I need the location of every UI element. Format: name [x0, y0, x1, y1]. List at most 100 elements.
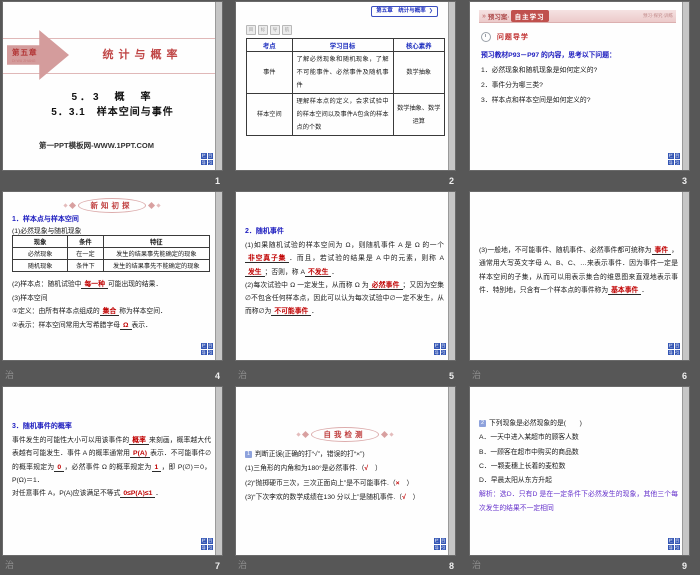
header-section-box: 自主学习 — [511, 10, 549, 22]
stamp-ornament — [296, 432, 300, 436]
quiz-stem: 1判断正误(正确的打“√”，错误的打“×”) — [245, 448, 444, 462]
index-icon-char: 栏 — [668, 153, 674, 159]
thumbnail-scroll-strip — [215, 387, 222, 555]
text-run: ） — [400, 480, 414, 487]
slide-cell-8: 自我检测 1判断正误(正确的打“√”，错误的打“×”) (1)三角形的内角和为1… — [233, 385, 467, 575]
slide-thumbnail-2[interactable]: 第五章 统计与概率 ❯ 目 标 导 航 考点 学习目标 核心素养 — [236, 2, 455, 170]
page-number: 7 — [215, 561, 220, 571]
fill-blank: 每一种 — [81, 281, 107, 289]
slide-thumbnail-5[interactable]: 2．随机事件 (1)如果随机试验的样本空间为 Ω，则随机事件 A 是 Ω 的一个… — [236, 192, 455, 360]
index-icon-char: 栏 — [668, 343, 674, 349]
stamp-ornament — [68, 202, 75, 209]
choice-option: D．早晨太阳从东方升起 — [479, 474, 678, 488]
slide-thumbnail-6[interactable]: (3)一般地，不可能事件、随机事件、必然事件都可统称为事件，通常用大写英文字母 … — [470, 192, 689, 360]
fill-blank: 1 — [152, 464, 162, 472]
fill-blank: 0≤P(A)≤1 — [120, 490, 155, 498]
index-icon-char: 目 — [208, 343, 214, 349]
slide-cell-3: » 预习案· 自主学习 预习·探究·训练 问题导学 预习教材P93－P97 的内… — [467, 0, 700, 190]
slide-cell-9: 2下列现象是必然现象的是( ) A．一天中进入某超市的顾客人数 B．一顾客在超市… — [467, 385, 700, 575]
index-icon-char: 目 — [675, 538, 681, 544]
section-index-icon[interactable]: 栏目导引 — [201, 153, 213, 165]
col-header-kaodian: 考点 — [247, 39, 293, 52]
fill-blank: 概率 — [129, 437, 149, 445]
watermark-text: 治 — [238, 368, 247, 381]
table-row: 样本空间 理解样本点的定义，会求试验中的样本空间以及事件A包含的样本点的个数 数… — [247, 94, 445, 136]
index-icon-char: 导 — [434, 350, 440, 356]
question-item: 2．事件分为哪三类? — [481, 79, 543, 89]
stamp-ornament — [389, 432, 393, 436]
phenomena-table: 现象 条件 特征 必然现象 在一定 发生的结果事先能确定的现象 随机现象 条件下… — [12, 235, 210, 272]
definition-paragraph: (3)一般地，不可能事件、随机事件、必然事件都可统称为事件，通常用大写英文字母 … — [479, 244, 678, 297]
preview-intro: 预习教材P93－P97 的内容，思考以下问题： — [481, 49, 616, 59]
definition-line: ①定义：由所有样本点组成的集合称为样本空间． — [12, 305, 167, 315]
slide-cell-5: 2．随机事件 (1)如果随机试验的样本空间为 Ω，则随机事件 A 是 Ω 的一个… — [233, 190, 467, 385]
text-run: ． — [155, 490, 162, 497]
choice-option: C．一颗麦穗上长着的麦粒数 — [479, 460, 678, 474]
index-icon-char: 导 — [201, 350, 207, 356]
chapter-tab[interactable]: 第五章 统计与概率 ❯ — [371, 6, 438, 17]
question-number-chip: 2 — [479, 420, 486, 427]
cell-feature: 发生的结果事先不能确定的现象 — [103, 260, 209, 272]
index-icon-char: 导 — [668, 160, 674, 166]
text-run: (3)一般地，不可能事件、随机事件、必然事件都可统称为 — [479, 247, 652, 254]
text-run: ②表示：样本空间常用大写希腊字母 — [12, 322, 120, 329]
text-run: ． — [311, 308, 318, 315]
text-run: (2)每次试验中 Ω 一定发生，从而称 Ω 为 — [245, 282, 369, 289]
index-icon-char: 导 — [201, 545, 207, 551]
section-heading-label: 问题导学 — [497, 34, 529, 41]
watermark-text: 治 — [472, 368, 481, 381]
question-number-chip: 1 — [245, 451, 252, 458]
thumbnail-scroll-strip — [682, 2, 689, 170]
stamp-ornament — [147, 202, 154, 209]
cell-suyang: 数学抽象 — [393, 52, 444, 94]
cell-suyang: 数学抽象、数学运算 — [393, 94, 444, 136]
section-index-icon[interactable]: 栏目导引 — [668, 153, 680, 165]
thumbnail-scroll-strip — [215, 192, 222, 360]
section-index-icon[interactable]: 栏目导引 — [434, 538, 446, 550]
cell-condition: 条件下 — [68, 260, 103, 272]
stamp-ornament — [301, 431, 308, 438]
col-header-tezheng: 特征 — [103, 236, 209, 248]
page-number: 3 — [682, 176, 687, 186]
slide-thumbnail-3[interactable]: » 预习案· 自主学习 预习·探究·训练 问题导学 预习教材P93－P97 的内… — [470, 2, 689, 170]
watermark-text: 治 — [238, 558, 247, 571]
badge-char: 目 — [246, 25, 256, 35]
section-index-icon[interactable]: 栏目导引 — [668, 538, 680, 550]
table-row: 事件 了解必然现象和随机现象，了解不可能事件、必然事件及随机事件 数学抽象 — [247, 52, 445, 94]
slide-cell-6: (3)一般地，不可能事件、随机事件、必然事件都可统称为事件，通常用大写英文字母 … — [467, 190, 700, 385]
table-header-row: 考点 学习目标 核心素养 — [247, 39, 445, 52]
knowledge-heading: 3．随机事件的概率 — [12, 421, 211, 431]
section-index-icon[interactable]: 栏目导引 — [434, 343, 446, 355]
slide-thumbnail-7[interactable]: 3．随机事件的概率 事件发生的可能性大小可以用该事件的概率来刻画，概率越大代表越… — [3, 387, 222, 555]
slide-title-line2: 5．3.1 样本空间与事件 — [3, 103, 222, 118]
slide-thumbnail-8[interactable]: 自我检测 1判断正误(正确的打“√”，错误的打“×”) (1)三角形的内角和为1… — [236, 387, 455, 555]
fill-blank: 0 — [54, 464, 64, 472]
stamp-ornament — [156, 203, 160, 207]
stamp-ziwo-jiance: 自我检测 — [245, 427, 444, 442]
slide-thumbnail-1[interactable]: 统计与概率 第五章 DI WU ZHANG 5．3 概 率 5．3.1 样本空间… — [3, 2, 222, 170]
text-run: (2)“抛掷硬币三次，三次正面向上”是不可能事件.（ — [245, 480, 396, 487]
section-index-icon[interactable]: 栏目导引 — [668, 343, 680, 355]
index-icon-char: 目 — [675, 153, 681, 159]
thumbnail-scroll-strip — [448, 2, 455, 170]
cell-goal: 了解必然现象和随机现象，了解不可能事件、必然事件及随机事件 — [292, 52, 393, 94]
text-run: ） — [406, 494, 420, 501]
thumbnail-scroll-strip — [682, 192, 689, 360]
slide-thumbnail-9[interactable]: 2下列现象是必然现象的是( ) A．一天中进入某超市的顾客人数 B．一顾客在超市… — [470, 387, 689, 555]
page-number: 6 — [682, 371, 687, 381]
slide-cell-2: 第五章 统计与概率 ❯ 目 标 导 航 考点 学习目标 核心素养 — [233, 0, 467, 190]
stamp-xinzhi-chutan: 新知初探 — [12, 198, 211, 213]
fill-blank: 不发生 — [305, 269, 331, 277]
slide-title-line1: 5．3 概 率 — [3, 88, 222, 103]
col-header-suyang: 核心素养 — [393, 39, 444, 52]
index-icon-char: 引 — [208, 350, 214, 356]
slide-thumbnail-4[interactable]: 新知初探 1．样本点与样本空间 (1)必然现象与随机现象 现象 条件 特征 必然… — [3, 192, 222, 360]
chapter-label: 第五章 — [12, 47, 69, 58]
index-icon-char: 引 — [441, 545, 447, 551]
index-icon-char: 导 — [668, 350, 674, 356]
knowledge-heading: 2．随机事件 — [245, 226, 444, 236]
thumbnail-scroll-strip — [448, 387, 455, 555]
text-run: ．而且，若试验的结果是 A 中的元素，则称 A — [289, 255, 444, 262]
section-index-icon[interactable]: 栏目导引 — [201, 538, 213, 550]
section-index-icon[interactable]: 栏目导引 — [201, 343, 213, 355]
